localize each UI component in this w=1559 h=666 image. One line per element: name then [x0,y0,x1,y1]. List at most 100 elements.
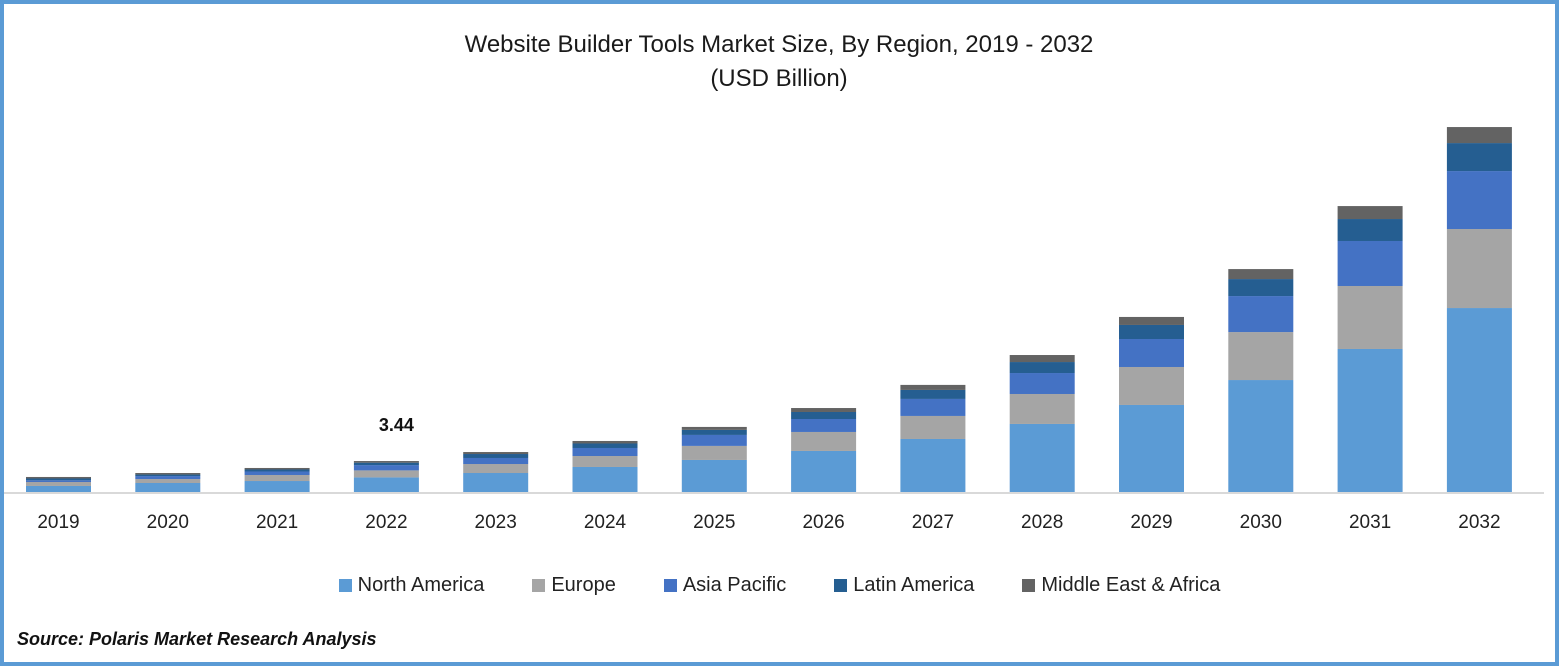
legend-item-latin-america: Latin America [834,574,974,597]
bar-segment-asia-pacific-2022 [353,465,419,471]
bar-segment-europe-2031 [1337,285,1403,349]
bar-segment-middle-east-africa-2020 [135,473,201,475]
bar-segment-asia-pacific-2024 [572,447,638,456]
bar-segment-middle-east-africa-2024 [572,440,638,444]
x-tick-label-2026: 2026 [802,512,844,533]
bar-segment-asia-pacific-2021 [244,471,310,475]
x-tick-label-2024: 2024 [584,512,627,533]
bar-segment-middle-east-africa-2021 [244,467,310,470]
bar-segment-north-america-2031 [1337,348,1403,492]
bar-segment-middle-east-africa-2026 [791,408,857,412]
bar-segment-asia-pacific-2030 [1228,296,1294,333]
bar-segment-middle-east-africa-2027 [900,384,966,390]
x-tick-label-2031: 2031 [1349,512,1391,533]
bar-segment-middle-east-africa-2022 [353,461,419,463]
bar-segment-latin-america-2024 [572,443,638,448]
bar-segment-asia-pacific-2020 [135,476,201,480]
legend-label: Europe [551,574,616,596]
bar-segment-middle-east-africa-2025 [681,426,747,430]
bar-segment-latin-america-2028 [1009,362,1075,374]
legend-swatch [1022,579,1036,592]
x-tick-label-2021: 2021 [256,512,298,533]
bar-segment-middle-east-africa-2030 [1228,269,1294,280]
bar-segment-europe-2022 [353,470,419,478]
legend-swatch [532,579,546,592]
bar-segment-europe-2030 [1228,332,1294,381]
bar-segment-north-america-2023 [463,473,529,492]
bar-segment-latin-america-2022 [353,462,419,466]
bar-segment-latin-america-2019 [26,478,91,481]
bar-segment-latin-america-2032 [1446,143,1512,172]
bar-segment-north-america-2026 [791,450,857,492]
legend-label: Middle East & Africa [1041,574,1221,596]
bar-segment-europe-2028 [1009,393,1075,424]
bar-segment-asia-pacific-2023 [463,457,529,465]
bar-segment-europe-2027 [900,415,966,439]
x-tick-label-2020: 2020 [147,512,189,533]
bar-segment-asia-pacific-2028 [1009,373,1075,394]
bar-segment-asia-pacific-2029 [1119,339,1184,367]
bar-segment-middle-east-africa-2023 [463,452,529,455]
x-tick-label-2022: 2022 [365,512,407,533]
legend-item-europe: Europe [532,574,616,597]
bar-segment-europe-2020 [135,479,201,483]
bar-segment-latin-america-2030 [1228,279,1294,297]
bar-segment-europe-2025 [681,445,747,460]
x-tick-label-2027: 2027 [912,512,954,533]
bar-segment-north-america-2025 [681,459,747,492]
bar-segment-europe-2032 [1446,229,1512,309]
legend: North America Europe Asia Pacific Latin Ame… [0,574,1559,597]
bar-segment-latin-america-2029 [1119,324,1184,339]
bar-segment-latin-america-2020 [135,474,201,477]
bar-segment-asia-pacific-2019 [26,480,91,483]
bar-segment-latin-america-2026 [791,411,857,420]
bar-segment-latin-america-2023 [463,454,529,458]
x-tick-label-2023: 2023 [475,512,517,533]
bar-segment-asia-pacific-2027 [900,398,966,416]
x-tick-label-2028: 2028 [1021,512,1063,533]
legend-item-north-america: North America [338,574,485,597]
legend-label: Asia Pacific [682,574,787,596]
bar-segment-asia-pacific-2026 [791,419,857,432]
bar-segment-north-america-2027 [900,438,966,492]
data-label-2022: 3.44 [379,415,414,435]
bar-segment-asia-pacific-2032 [1446,171,1512,230]
bar-segment-latin-america-2027 [900,389,966,399]
legend-label: Latin America [853,574,975,596]
legend-swatch [834,579,848,592]
bar-segment-north-america-2022 [353,477,419,492]
bar-segment-europe-2024 [572,456,638,467]
bar-segment-asia-pacific-2031 [1337,240,1403,286]
bar-segment-middle-east-africa-2032 [1446,127,1512,144]
bar-segment-middle-east-africa-2029 [1119,316,1184,325]
bar-segment-europe-2023 [463,464,529,474]
x-tick-label-2030: 2030 [1240,512,1282,533]
bar-segment-north-america-2024 [572,466,638,492]
legend-label: North America [357,574,485,596]
bar-segment-latin-america-2031 [1337,219,1403,241]
x-tick-label-2019: 2019 [37,512,79,533]
x-tick-label-2029: 2029 [1130,512,1172,533]
bar-segment-latin-america-2021 [244,469,310,472]
bar-segment-north-america-2028 [1009,423,1075,492]
bar-segment-asia-pacific-2025 [681,434,747,446]
bar-segment-middle-east-africa-2019 [26,476,91,479]
bar-segment-middle-east-africa-2031 [1337,206,1403,220]
bar-segment-middle-east-africa-2028 [1009,355,1075,363]
legend-swatch [338,579,352,592]
bar-segment-europe-2029 [1119,366,1184,405]
source-note: Source: Polaris Market Research Analysis [17,629,377,649]
bar-segment-europe-2019 [26,482,91,486]
bar-segment-north-america-2032 [1446,308,1512,492]
bar-segment-north-america-2021 [244,481,310,492]
legend-item-middle-east-africa: Middle East & Africa [1022,574,1220,597]
bar-segment-north-america-2019 [26,485,91,492]
bar-segment-north-america-2029 [1119,404,1184,492]
bar-segment-europe-2026 [791,431,857,451]
bar-segment-north-america-2020 [135,483,201,492]
chart-plot: 2019 2020 2021 2022 3.44 2023 2024 2025 2026 2027… [4,127,1544,533]
bar-segment-latin-america-2025 [681,429,747,435]
x-tick-label-2025: 2025 [693,512,735,533]
legend-item-asia-pacific: Asia Pacific [663,574,787,597]
legend-swatch [663,579,677,592]
